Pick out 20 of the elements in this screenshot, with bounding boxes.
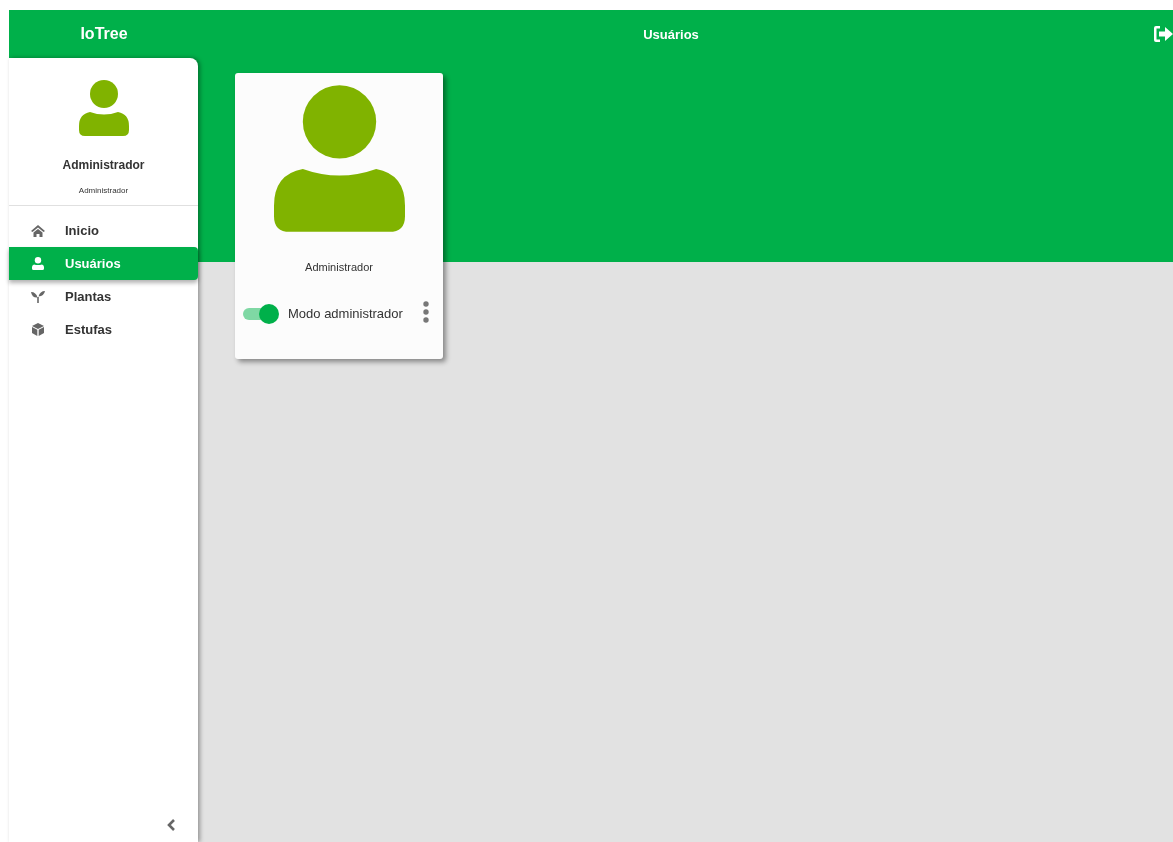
page-title: Usuários bbox=[643, 26, 699, 42]
nav-item[interactable]: Plantas bbox=[9, 280, 198, 313]
user-name: Administrador bbox=[305, 261, 373, 273]
home-icon bbox=[31, 224, 45, 237]
box-icon bbox=[32, 323, 44, 336]
sprout-icon bbox=[31, 290, 45, 303]
more-icon bbox=[423, 301, 429, 323]
nav-item[interactable]: Estufas bbox=[9, 313, 198, 346]
logout-icon[interactable] bbox=[1153, 25, 1173, 43]
user-avatar-icon bbox=[273, 84, 405, 233]
nav-item[interactable]: Inicio bbox=[9, 214, 198, 247]
profile-name: Administrador bbox=[62, 158, 145, 172]
avatar-icon bbox=[78, 80, 129, 136]
profile-role: Administrador bbox=[78, 186, 129, 195]
more-button[interactable] bbox=[423, 301, 429, 326]
chevron-left-icon bbox=[167, 819, 176, 831]
toggle-label: Modo administrador bbox=[288, 305, 404, 323]
app-logo: IoTree bbox=[80, 25, 128, 43]
user-icon bbox=[32, 257, 44, 270]
admin-toggle[interactable] bbox=[243, 303, 279, 324]
